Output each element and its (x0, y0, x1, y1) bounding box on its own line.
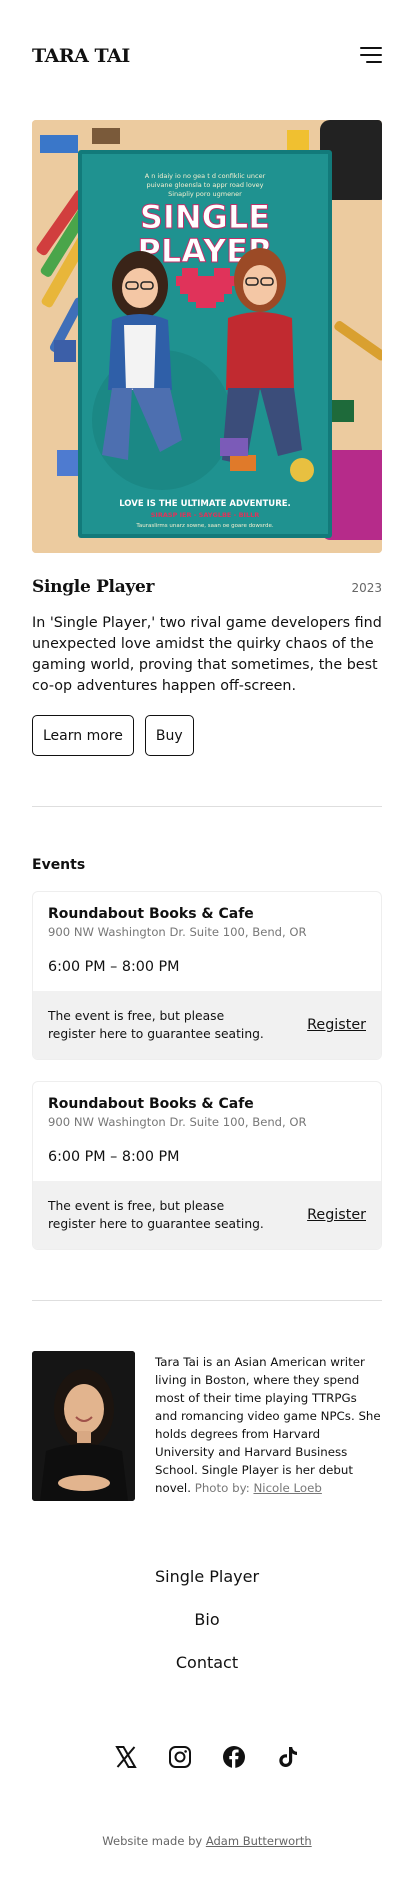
svg-text:A n idaiy io no gea t d confik: A n idaiy io no gea t d confiklic uncer (145, 172, 266, 180)
event-venue: Roundabout Books & Cafe (48, 1096, 254, 1112)
event-address: 900 NW Washington Dr. Suite 100, Bend, O… (48, 1115, 307, 1129)
buy-button[interactable]: Buy (144, 715, 194, 756)
event-card: Roundabout Books & Cafe 900 NW Washingto… (32, 891, 382, 1060)
svg-text:Sinapliy poro ugmener: Sinapliy poro ugmener (168, 190, 242, 198)
svg-text:LOVE IS THE ULTIMATE ADVENTURE: LOVE IS THE ULTIMATE ADVENTURE. (119, 499, 291, 509)
learn-more-button[interactable]: Learn more (32, 715, 134, 756)
instagram-icon[interactable] (168, 1745, 192, 1769)
event-card: Roundabout Books & Cafe 900 NW Washingto… (32, 1081, 382, 1250)
made-by-link[interactable]: Adam Butterworth (206, 1834, 312, 1848)
photo-credit-link[interactable]: Nicole Loeb (253, 1481, 321, 1495)
svg-text:SIRASP IER - SAYGLBE - BILLR: SIRASP IER - SAYGLBE - BILLR (151, 511, 260, 519)
facebook-icon[interactable] (222, 1745, 246, 1769)
book-heading-row: Single Player 2023 (0, 553, 414, 597)
book-actions: Learn more Buy (0, 697, 414, 756)
author-bio: Tara Tai is an Asian American writer liv… (0, 1351, 414, 1501)
events-heading: Events (32, 857, 86, 873)
event-time: 6:00 PM – 8:00 PM (48, 959, 180, 975)
register-link[interactable]: Register (307, 1207, 366, 1223)
author-portrait (32, 1351, 135, 1501)
footer-nav-single-player[interactable]: Single Player (0, 1555, 414, 1598)
svg-text:Tauraslirms unarz sowne, saan: Tauraslirms unarz sowne, saan oe goare d… (135, 523, 273, 529)
book-title: Single Player (32, 577, 155, 597)
hamburger-menu-icon[interactable] (356, 45, 382, 65)
footer-nav-contact[interactable]: Contact (0, 1641, 414, 1684)
svg-text:puivane gloensla to appr road: puivane gloensla to appr road lovey (146, 181, 263, 189)
social-links (0, 1745, 414, 1769)
book-cover-image: A n idaiy io no gea t d confiklic uncer … (32, 120, 382, 553)
register-link[interactable]: Register (307, 1017, 366, 1033)
x-icon[interactable] (114, 1745, 138, 1769)
tiktok-icon[interactable] (276, 1745, 300, 1769)
photo-credit: Photo by: Nicole Loeb (195, 1481, 322, 1495)
site-header: TARA TAI (0, 0, 414, 110)
svg-text:SINGLE: SINGLE (140, 198, 270, 236)
made-by: Website made by Adam Butterworth (0, 1834, 414, 1848)
made-by-prefix: Website made by (102, 1834, 203, 1848)
site-brand[interactable]: TARA TAI (32, 45, 130, 67)
event-address: 900 NW Washington Dr. Suite 100, Bend, O… (48, 925, 307, 939)
book-cover-section: A n idaiy io no gea t d confiklic uncer … (0, 110, 414, 553)
event-note: The event is free, but please register h… (48, 1009, 264, 1041)
book-year: 2023 (351, 581, 382, 595)
book-description: In 'Single Player,' two rival game devel… (32, 615, 382, 694)
bio-paragraph: Tara Tai is an Asian American writer liv… (155, 1355, 381, 1495)
footer-nav: Single Player Bio Contact (0, 1555, 414, 1684)
bio-text: Tara Tai is an Asian American writer liv… (155, 1353, 382, 1501)
footer-nav-bio[interactable]: Bio (0, 1598, 414, 1641)
event-time: 6:00 PM – 8:00 PM (48, 1149, 180, 1165)
event-note: The event is free, but please register h… (48, 1199, 264, 1231)
photo-credit-prefix: Photo by: (194, 1481, 250, 1495)
event-venue: Roundabout Books & Cafe (48, 906, 254, 922)
